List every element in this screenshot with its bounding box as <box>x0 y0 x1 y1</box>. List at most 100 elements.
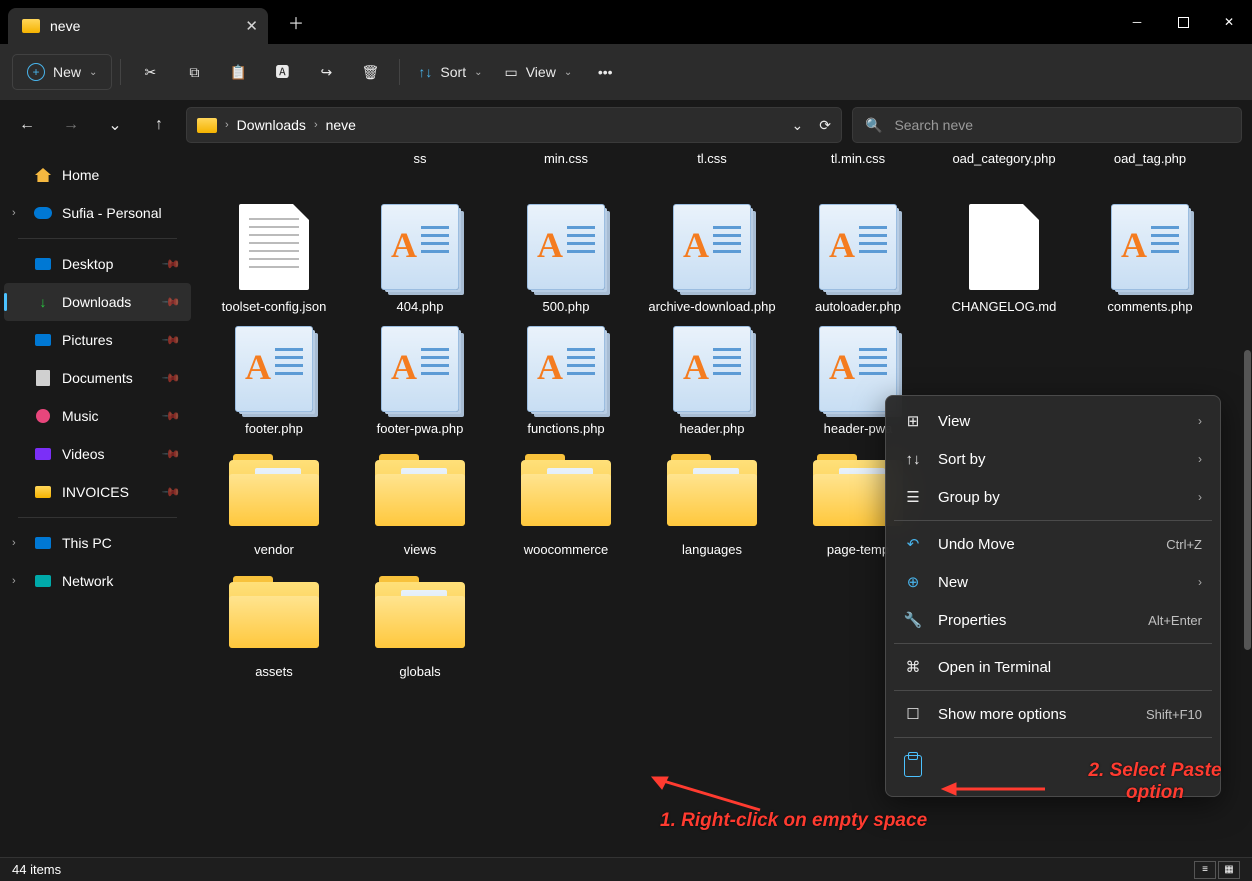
maximize-button[interactable] <box>1160 0 1206 44</box>
cut-button[interactable]: ✂ <box>129 54 171 90</box>
close-tab-icon[interactable]: ✕ <box>245 17 258 35</box>
file-item[interactable]: toolset-config.json <box>201 202 347 316</box>
file-item[interactable]: Afunctions.php <box>493 324 639 438</box>
details-view-button[interactable]: ≡ <box>1194 861 1216 879</box>
rename-button[interactable]: 🅰 <box>261 54 303 90</box>
file-item[interactable]: tl.min.css <box>785 150 931 194</box>
rename-icon: 🅰 <box>275 62 289 82</box>
search-icon: 🔍 <box>865 117 882 134</box>
file-item[interactable]: min.css <box>493 150 639 194</box>
sort-button[interactable]: ↑↓ Sort ⌄ <box>408 54 492 90</box>
up-button[interactable]: ↑ <box>142 108 176 142</box>
folder-item[interactable]: Avendor <box>201 445 347 559</box>
chevron-right-icon[interactable]: › <box>12 575 16 587</box>
file-item[interactable]: Aautoloader.php <box>785 202 931 316</box>
navigation-row: ← → ⌄ ↑ › Downloads › neve ⌄ ⟳ 🔍 Search … <box>0 100 1252 150</box>
pin-icon: 📌 <box>161 482 181 502</box>
chevron-down-icon[interactable]: ⌄ <box>792 117 804 134</box>
file-item[interactable]: Aarchive-download.php <box>639 202 785 316</box>
copy-icon: ⧉ <box>189 64 199 81</box>
chevron-right-icon: › <box>314 119 318 131</box>
ctx-properties[interactable]: 🔧PropertiesAlt+Enter <box>892 601 1214 639</box>
file-item[interactable]: Afooter.php <box>201 324 347 438</box>
window-tab[interactable]: neve ✕ <box>8 8 268 44</box>
folder-item[interactable]: assets <box>201 567 347 681</box>
sidebar-item-invoices[interactable]: INVOICES📌 <box>4 473 191 511</box>
annotation-text-2: 2. Select Paste option <box>1058 760 1252 804</box>
item-count: 44 items <box>12 862 61 877</box>
terminal-icon: ⌘ <box>904 658 922 676</box>
file-item[interactable]: Aheader.php <box>639 324 785 438</box>
folder-item[interactable]: Aviews <box>347 445 493 559</box>
refresh-button[interactable]: ⟳ <box>819 117 831 134</box>
file-item[interactable]: tl.css <box>639 150 785 194</box>
separator <box>399 59 400 85</box>
pin-icon: 📌 <box>161 406 181 426</box>
view-label: View <box>526 64 556 80</box>
minimize-button[interactable]: ─ <box>1114 0 1160 44</box>
breadcrumb[interactable]: neve <box>326 117 356 133</box>
folder-item[interactable]: Aglobals <box>347 567 493 681</box>
file-item[interactable]: A404.php <box>347 202 493 316</box>
sidebar-item-home[interactable]: Home <box>4 156 191 194</box>
ctx-group[interactable]: ☰Group by› <box>892 478 1214 516</box>
context-menu: ⊞View› ↑↓Sort by› ☰Group by› ↶Undo MoveC… <box>885 395 1221 797</box>
scrollbar-thumb[interactable] <box>1244 350 1251 650</box>
file-item[interactable]: A500.php <box>493 202 639 316</box>
file-item[interactable]: Acomments.php <box>1077 202 1223 316</box>
sidebar-item-onedrive[interactable]: ›Sufia - Personal <box>4 194 191 232</box>
forward-button[interactable]: → <box>54 108 88 142</box>
file-item[interactable]: oad_tag.php <box>1077 150 1223 194</box>
annotation-text-1: 1. Right-click on empty space <box>660 810 927 832</box>
plus-circle-icon: ⊕ <box>904 573 922 591</box>
new-button[interactable]: + New ⌄ <box>12 54 112 90</box>
more-icon: ☐ <box>904 705 922 723</box>
paste-icon[interactable] <box>904 755 922 777</box>
new-label: New <box>53 64 81 80</box>
sidebar-item-thispc[interactable]: ›This PC <box>4 524 191 562</box>
sidebar-item-network[interactable]: ›Network <box>4 562 191 600</box>
search-placeholder: Search neve <box>894 117 973 133</box>
search-input[interactable]: 🔍 Search neve <box>852 107 1242 143</box>
divider <box>18 238 177 239</box>
close-window-button[interactable]: ✕ <box>1206 0 1252 44</box>
toolbar: + New ⌄ ✂ ⧉ 📋 🅰 ↪ 🗑 ↑↓ Sort ⌄ ▭ View ⌄ •… <box>0 44 1252 100</box>
share-button[interactable]: ↪ <box>305 54 347 90</box>
file-item[interactable]: ss <box>347 150 493 194</box>
chevron-right-icon: › <box>225 119 229 131</box>
folder-item[interactable]: Awoocommerce <box>493 445 639 559</box>
sidebar-item-pictures[interactable]: Pictures📌 <box>4 321 191 359</box>
view-button[interactable]: ▭ View ⌄ <box>494 54 582 90</box>
file-item[interactable]: oad_category.php <box>931 150 1077 194</box>
sidebar-item-documents[interactable]: Documents📌 <box>4 359 191 397</box>
file-item[interactable]: Afooter-pwa.php <box>347 324 493 438</box>
breadcrumb[interactable]: Downloads <box>237 117 306 133</box>
folder-item[interactable]: languages <box>639 445 785 559</box>
recent-button[interactable]: ⌄ <box>98 108 132 142</box>
icons-view-button[interactable]: ▦ <box>1218 861 1240 879</box>
address-bar[interactable]: › Downloads › neve ⌄ ⟳ <box>186 107 842 143</box>
new-tab-button[interactable]: ＋ <box>280 6 312 38</box>
back-button[interactable]: ← <box>10 108 44 142</box>
sidebar: Home ›Sufia - Personal Desktop📌 ↓Downloa… <box>0 150 195 857</box>
ctx-undo[interactable]: ↶Undo MoveCtrl+Z <box>892 525 1214 563</box>
sidebar-item-videos[interactable]: Videos📌 <box>4 435 191 473</box>
paste-button[interactable]: 📋 <box>217 54 259 90</box>
chevron-right-icon[interactable]: › <box>12 207 16 219</box>
file-item[interactable]: CHANGELOG.md <box>931 202 1077 316</box>
ctx-sort[interactable]: ↑↓Sort by› <box>892 440 1214 478</box>
sidebar-item-downloads[interactable]: ↓Downloads📌 <box>4 283 191 321</box>
ctx-view[interactable]: ⊞View› <box>892 402 1214 440</box>
more-button[interactable]: ••• <box>584 54 626 90</box>
sidebar-item-desktop[interactable]: Desktop📌 <box>4 245 191 283</box>
ctx-terminal[interactable]: ⌘Open in Terminal <box>892 648 1214 686</box>
chevron-right-icon[interactable]: › <box>12 537 16 549</box>
sidebar-item-music[interactable]: Music📌 <box>4 397 191 435</box>
chevron-right-icon: › <box>1198 414 1202 428</box>
delete-button[interactable]: 🗑 <box>349 54 391 90</box>
ctx-new[interactable]: ⊕New› <box>892 563 1214 601</box>
scrollbar[interactable] <box>1243 150 1252 840</box>
grid-icon: ⊞ <box>904 412 922 430</box>
ctx-more[interactable]: ☐Show more optionsShift+F10 <box>892 695 1214 733</box>
copy-button[interactable]: ⧉ <box>173 54 215 90</box>
